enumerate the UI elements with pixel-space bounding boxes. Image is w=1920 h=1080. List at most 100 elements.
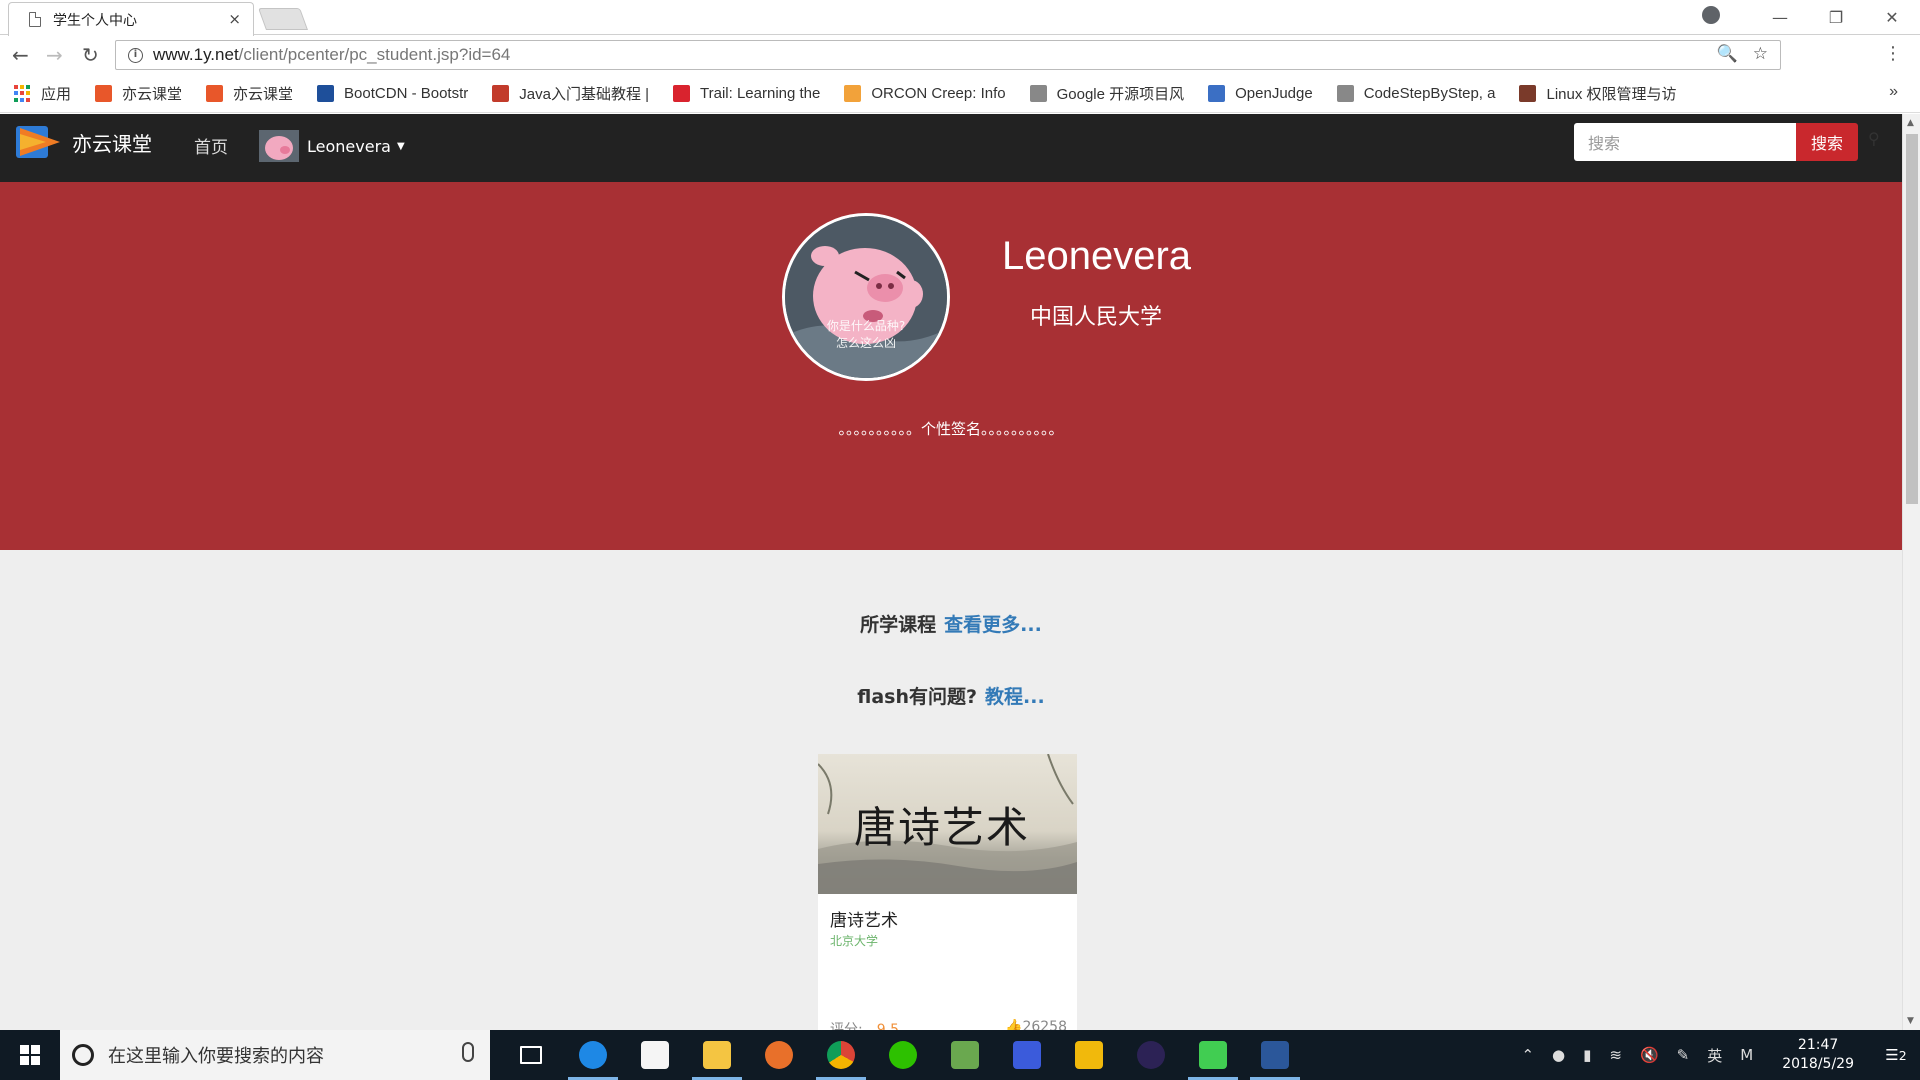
bookmark-label: CodeStepByStep, a	[1363, 85, 1496, 102]
account-icon[interactable]	[1702, 6, 1720, 24]
image-editor-icon	[951, 1041, 979, 1069]
courses-more-link[interactable]: 查看更多...	[944, 614, 1042, 636]
wifi-icon[interactable]: ≋	[1609, 1046, 1622, 1064]
taskbar-wechat[interactable]	[872, 1030, 934, 1080]
bookmark-item[interactable]: BootCDN - Bootstr	[317, 85, 468, 102]
reload-icon[interactable]: ↻	[82, 43, 99, 67]
taskbar-file-explorer[interactable]	[686, 1030, 748, 1080]
bookmark-label: ORCON Creep: Info	[871, 85, 1006, 102]
chevron-down-icon: ▼	[396, 140, 405, 152]
minimize-icon[interactable]: —	[1752, 8, 1808, 27]
user-name: Leonevera	[307, 136, 391, 156]
back-icon[interactable]: ←	[12, 43, 29, 67]
search-icon[interactable]: ⚲	[1868, 129, 1880, 148]
bookmark-item[interactable]: Google 开源项目风	[1029, 83, 1184, 104]
forward-icon[interactable]: →	[46, 43, 63, 67]
taskbar-devcpp[interactable]	[996, 1030, 1058, 1080]
favicon-icon	[95, 85, 113, 102]
app-yellow-icon	[1075, 1041, 1103, 1069]
rating-label: 评分:	[830, 1022, 863, 1030]
taskbar-sticky-notes[interactable]	[624, 1030, 686, 1080]
scrollbar-thumb[interactable]	[1906, 134, 1918, 504]
bookmark-item[interactable]: CodeStepByStep, a	[1336, 85, 1496, 102]
volume-muted-icon[interactable]: 🔇	[1640, 1046, 1659, 1064]
course-card[interactable]: 唐诗艺术 唐诗艺术 北京大学 评分: 9.5 👍26258	[818, 754, 1077, 1030]
taskbar-word[interactable]	[1244, 1030, 1306, 1080]
thumbs-up-icon: 👍	[1005, 1019, 1023, 1030]
taskbar-search-box[interactable]: 在这里输入你要搜索的内容	[60, 1030, 490, 1080]
bookmark-item[interactable]: ORCON Creep: Info	[844, 85, 1006, 102]
nav-home-link[interactable]: 首页	[194, 133, 228, 158]
bookmark-label: Linux 权限管理与访	[1546, 86, 1677, 103]
bookmark-star-icon[interactable]: ☆	[1753, 44, 1768, 63]
show-hidden-icons[interactable]: ⌃	[1521, 1046, 1534, 1064]
favicon-icon	[1029, 85, 1047, 102]
site-search-input[interactable]: 搜索	[1574, 123, 1796, 161]
likes-count: 26258	[1022, 1019, 1067, 1030]
bookmark-apps[interactable]: 应用	[14, 83, 71, 104]
scroll-down-icon[interactable]: ▼	[1907, 1016, 1914, 1026]
pen-icon[interactable]: ✎	[1677, 1046, 1690, 1064]
flash-tutorial-link[interactable]: 教程...	[985, 686, 1045, 708]
qt-icon	[1199, 1041, 1227, 1069]
avatar-caption-line-1: 你是什么品种?	[826, 319, 906, 333]
bookmark-item[interactable]: OpenJudge	[1208, 85, 1313, 102]
wechat-tray-icon[interactable]: ●	[1552, 1046, 1565, 1064]
bookmark-item[interactable]: Linux 权限管理与访	[1519, 83, 1677, 104]
taskbar-eclipse[interactable]	[1120, 1030, 1182, 1080]
favicon-icon	[673, 85, 691, 102]
scroll-up-icon[interactable]: ▲	[1907, 118, 1914, 128]
page-icon	[29, 12, 41, 27]
user-menu-dropdown[interactable]: Leonevera ▼	[259, 130, 405, 162]
browser-menu-icon[interactable]: ⋮	[1884, 43, 1902, 64]
bookmarks-bar: 应用 亦云课堂 亦云课堂 BootCDN - Bootstr Java入门基础教程 | T…	[0, 75, 1920, 113]
clock-date: 2018/5/29	[1782, 1056, 1854, 1072]
taskbar-firefox[interactable]	[748, 1030, 810, 1080]
course-title[interactable]: 唐诗艺术	[830, 906, 898, 931]
page-scrollbar[interactable]: ▲ ▼	[1902, 114, 1920, 1030]
bookmark-item[interactable]: Java入门基础教程 |	[492, 83, 649, 104]
site-name: 亦云课堂	[72, 131, 152, 156]
dev-cpp-icon	[1013, 1041, 1041, 1069]
ime-mode[interactable]: M	[1740, 1046, 1753, 1064]
bookmark-label: BootCDN - Bootstr	[344, 85, 469, 102]
action-center-button[interactable]: ☰ 2	[1872, 1030, 1920, 1080]
close-window-icon[interactable]: ✕	[1864, 8, 1920, 27]
windows-logo-icon	[20, 1045, 40, 1065]
taskbar-photos[interactable]	[934, 1030, 996, 1080]
site-search-button[interactable]: 搜索	[1796, 123, 1858, 161]
bookmark-item[interactable]: 亦云课堂	[206, 83, 293, 104]
sticky-notes-icon	[641, 1041, 669, 1069]
tab-title: 学生个人中心	[53, 12, 137, 29]
microphone-icon[interactable]	[462, 1042, 474, 1062]
browser-tab-active[interactable]: 学生个人中心 ×	[8, 2, 254, 36]
ime-language[interactable]: 英	[1707, 1045, 1722, 1066]
chrome-icon	[827, 1041, 855, 1069]
folder-icon	[703, 1041, 731, 1069]
course-rating: 评分: 9.5	[830, 1019, 899, 1030]
taskbar-chrome[interactable]	[810, 1030, 872, 1080]
bookmarks-overflow-icon[interactable]: »	[1889, 83, 1898, 101]
task-view-button[interactable]	[500, 1030, 562, 1080]
tab-close-icon[interactable]: ×	[228, 10, 241, 28]
bookmark-item[interactable]: 亦云课堂	[95, 83, 182, 104]
bookmark-label: 亦云课堂	[122, 86, 183, 103]
url-input[interactable]: i www.1y.net/client/pcenter/pc_student.j…	[115, 40, 1781, 70]
battery-icon[interactable]: ▮	[1583, 1046, 1591, 1064]
taskbar-edge[interactable]	[562, 1030, 624, 1080]
site-logo[interactable]: 亦云课堂	[16, 124, 152, 160]
restore-icon[interactable]: ❐	[1808, 8, 1864, 27]
taskbar-app-yellow[interactable]	[1058, 1030, 1120, 1080]
course-cover-image[interactable]: 唐诗艺术	[818, 754, 1077, 894]
start-button[interactable]	[0, 1030, 60, 1080]
taskbar-qt[interactable]	[1182, 1030, 1244, 1080]
word-icon	[1261, 1041, 1289, 1069]
zoom-icon[interactable]: 🔍	[1717, 44, 1738, 63]
browser-tab-strip: 学生个人中心 × — ❐ ✕	[0, 0, 1920, 36]
bookmark-label: Java入门基础教程 |	[519, 86, 650, 103]
bookmark-item[interactable]: Trail: Learning the	[673, 85, 820, 102]
new-tab-button[interactable]	[257, 8, 309, 30]
omnibox-actions: 🔍 ☆	[1717, 44, 1768, 64]
system-clock[interactable]: 21:47 2018/5/29	[1782, 1036, 1854, 1074]
site-info-icon[interactable]: i	[128, 47, 143, 63]
